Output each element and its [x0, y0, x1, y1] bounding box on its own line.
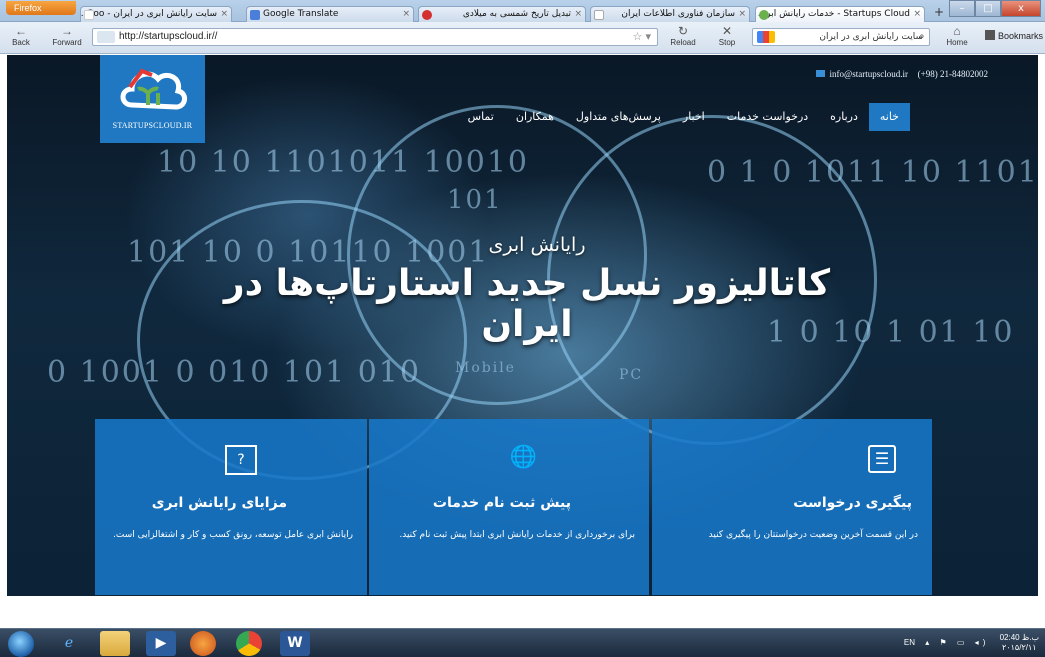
clock-time: 02:40 ب.ظ [999, 633, 1039, 642]
contact-email[interactable]: info@startupscloud.ir [829, 69, 908, 79]
window-controls: – □ x [949, 0, 1041, 17]
reload-button[interactable]: ↻ Reload [664, 24, 702, 52]
nav-item[interactable]: همکاران [505, 103, 565, 131]
tab-title: سازمان فناوری اطلاعات ایران [621, 9, 735, 19]
reload-icon: ↻ [677, 24, 689, 38]
google-favicon-icon [84, 10, 94, 20]
back-button[interactable]: ← Back [2, 24, 40, 52]
hero-subtitle: رایانش ابری [488, 234, 586, 256]
browser-tab-active[interactable]: Startups Cloud - خدمات رایانش ابر... × [755, 6, 925, 22]
nav-item[interactable]: خانه [868, 103, 910, 131]
bookmarks-button[interactable]: Bookmarks [985, 30, 1043, 41]
feature-card-cloud-benefits[interactable]: ? مزایای رایانش ابری رایانش ابری عامل تو… [95, 419, 367, 595]
back-arrow-icon: ← [15, 24, 27, 38]
date-converter-favicon-icon [422, 10, 432, 20]
search-icon[interactable]: ⌕ [919, 29, 925, 45]
tab-close-icon[interactable]: × [402, 7, 410, 22]
browser-tab[interactable]: سایت رایانش ابری در ایران - Goo... × [80, 6, 232, 22]
system-tray: EN ▴ ⚑ ▭ ◂) 02:40 ب.ظ ۲۰۱۵/۲/۱۱ [904, 633, 1039, 653]
card-title: پیگیری درخواست [793, 495, 912, 511]
site-logo[interactable]: STARTUPSCLOUD.IR [100, 55, 205, 143]
browser-tab[interactable]: Google Translate × [246, 6, 414, 22]
url-text: http://startupscloud.ir// [119, 31, 218, 42]
bookmarks-label: Bookmarks [998, 31, 1044, 41]
new-tab-button[interactable]: + [930, 5, 948, 21]
close-window-button[interactable]: x [1001, 0, 1041, 17]
nav-item[interactable]: درخواست خدمات [716, 103, 819, 131]
browser-tab[interactable]: تبدیل تاریخ شمسی به میلادی × [418, 6, 586, 22]
tab-close-icon[interactable]: × [220, 7, 228, 22]
card-title: پیش ثبت نام خدمات [432, 495, 571, 511]
home-label: Home [946, 38, 968, 47]
media-player-icon[interactable]: ▶ [146, 631, 176, 656]
card-description: در این قسمت آخرین وضعیت درخواستتان را پی… [708, 530, 918, 540]
hero-section: 10 10 1101011 10010 101 10 0 10110 1001 … [7, 55, 1038, 596]
start-button[interactable] [8, 631, 34, 657]
contact-phone: (+98) 21-84802002 [917, 69, 988, 79]
tray-icons[interactable]: ▴ ⚑ ▭ ◂) [925, 638, 989, 647]
maximize-button[interactable]: □ [975, 0, 1001, 17]
page-favicon-icon [594, 10, 604, 20]
clock-date: ۲۰۱۵/۲/۱۱ [1002, 643, 1037, 652]
hero-title: کاتالیزور نسل جدید استارتاپ‌ها در ایران [223, 263, 831, 345]
startups-cloud-favicon-icon [759, 10, 769, 20]
question-bubble-icon: ? [225, 445, 257, 475]
contact-info: info@startupscloud.ir (+98) 21-84802002 [816, 69, 988, 79]
home-button[interactable]: ⌂ Home [938, 24, 976, 52]
back-label: Back [12, 38, 30, 47]
stop-label: Stop [718, 38, 736, 47]
address-bar[interactable]: http://startupscloud.ir// ☆ ▾ [92, 28, 658, 46]
browser-navigation-bar: ← Back → Forward http://startupscloud.ir… [0, 22, 1045, 54]
forward-label: Forward [52, 38, 82, 47]
forward-button[interactable]: → Forward [48, 24, 86, 52]
site-identity-icon[interactable] [97, 31, 115, 43]
search-engine-icon[interactable] [757, 31, 775, 43]
tab-close-icon[interactable]: × [738, 7, 746, 22]
stop-button[interactable]: ✕ Stop [708, 24, 746, 52]
tab-title: سایت رایانش ابری در ایران - Goo... [80, 9, 217, 19]
bookmark-star-icon[interactable]: ☆ ▾ [633, 29, 651, 45]
tab-title: Google Translate [263, 9, 339, 19]
email-icon [816, 70, 826, 77]
card-title: مزایای رایانش ابری [151, 495, 287, 511]
feature-card-request-tracking[interactable]: ☰ پیگیری درخواست در این قسمت آخرین وضعیت… [652, 419, 932, 595]
logo-text: STARTUPSCLOUD.IR [112, 121, 193, 130]
stop-icon: ✕ [721, 24, 733, 38]
reload-label: Reload [670, 38, 696, 47]
feature-card-preregistration[interactable]: 🌐 پیش ثبت نام خدمات برای برخورداری از خد… [369, 419, 649, 595]
forward-arrow-icon: → [61, 24, 73, 38]
globe-icon: 🌐 [509, 445, 537, 470]
language-indicator[interactable]: EN [904, 638, 915, 647]
card-description: رایانش ابری عامل توسعه، رونق کسب و کار و… [113, 530, 353, 540]
chrome-icon[interactable] [236, 631, 262, 656]
cloud-logo-icon [120, 68, 187, 110]
nav-item[interactable]: پرسش‌های متداول [565, 103, 672, 131]
internet-explorer-icon[interactable]: e [54, 631, 84, 656]
main-navigation: خانه درباره درخواست خدمات اخبار پرسش‌های متد… [457, 103, 910, 131]
home-icon: ⌂ [953, 24, 961, 38]
windows-taskbar: e ▶ W EN ▴ ⚑ ▭ ◂) 02:40 ب.ظ ۲۰۱۵/۲/۱۱ [0, 628, 1045, 657]
tab-close-icon[interactable]: × [913, 7, 921, 22]
tab-close-icon[interactable]: × [574, 7, 582, 22]
list-icon: ☰ [868, 445, 896, 473]
nav-item[interactable]: درباره [819, 103, 869, 131]
minimize-button[interactable]: – [949, 0, 975, 17]
firefox-icon[interactable] [190, 631, 216, 656]
tab-title: Startups Cloud - خدمات رایانش ابر... [757, 9, 910, 19]
browser-tab[interactable]: سازمان فناوری اطلاعات ایران × [590, 6, 750, 22]
card-description: برای برخورداری از خدمات رایانش ابری ابتد… [399, 530, 635, 540]
nav-item[interactable]: اخبار [672, 103, 716, 131]
file-explorer-icon[interactable] [100, 631, 130, 656]
browser-tab-strip: Firefox سایت رایانش ابری در ایران - Goo.… [0, 0, 1045, 22]
nav-item[interactable]: تماس [457, 103, 505, 131]
translate-favicon-icon [250, 10, 260, 20]
search-text: سایت رایانش ابری در ایران [819, 32, 923, 42]
bookmarks-icon [985, 30, 995, 40]
search-input[interactable]: سایت رایانش ابری در ایران ⌕ [752, 28, 930, 46]
firefox-menu-button[interactable]: Firefox [6, 1, 76, 15]
word-icon[interactable]: W [280, 631, 310, 656]
clock[interactable]: 02:40 ب.ظ ۲۰۱۵/۲/۱۱ [1000, 633, 1039, 653]
tab-title: تبدیل تاریخ شمسی به میلادی [462, 9, 571, 19]
